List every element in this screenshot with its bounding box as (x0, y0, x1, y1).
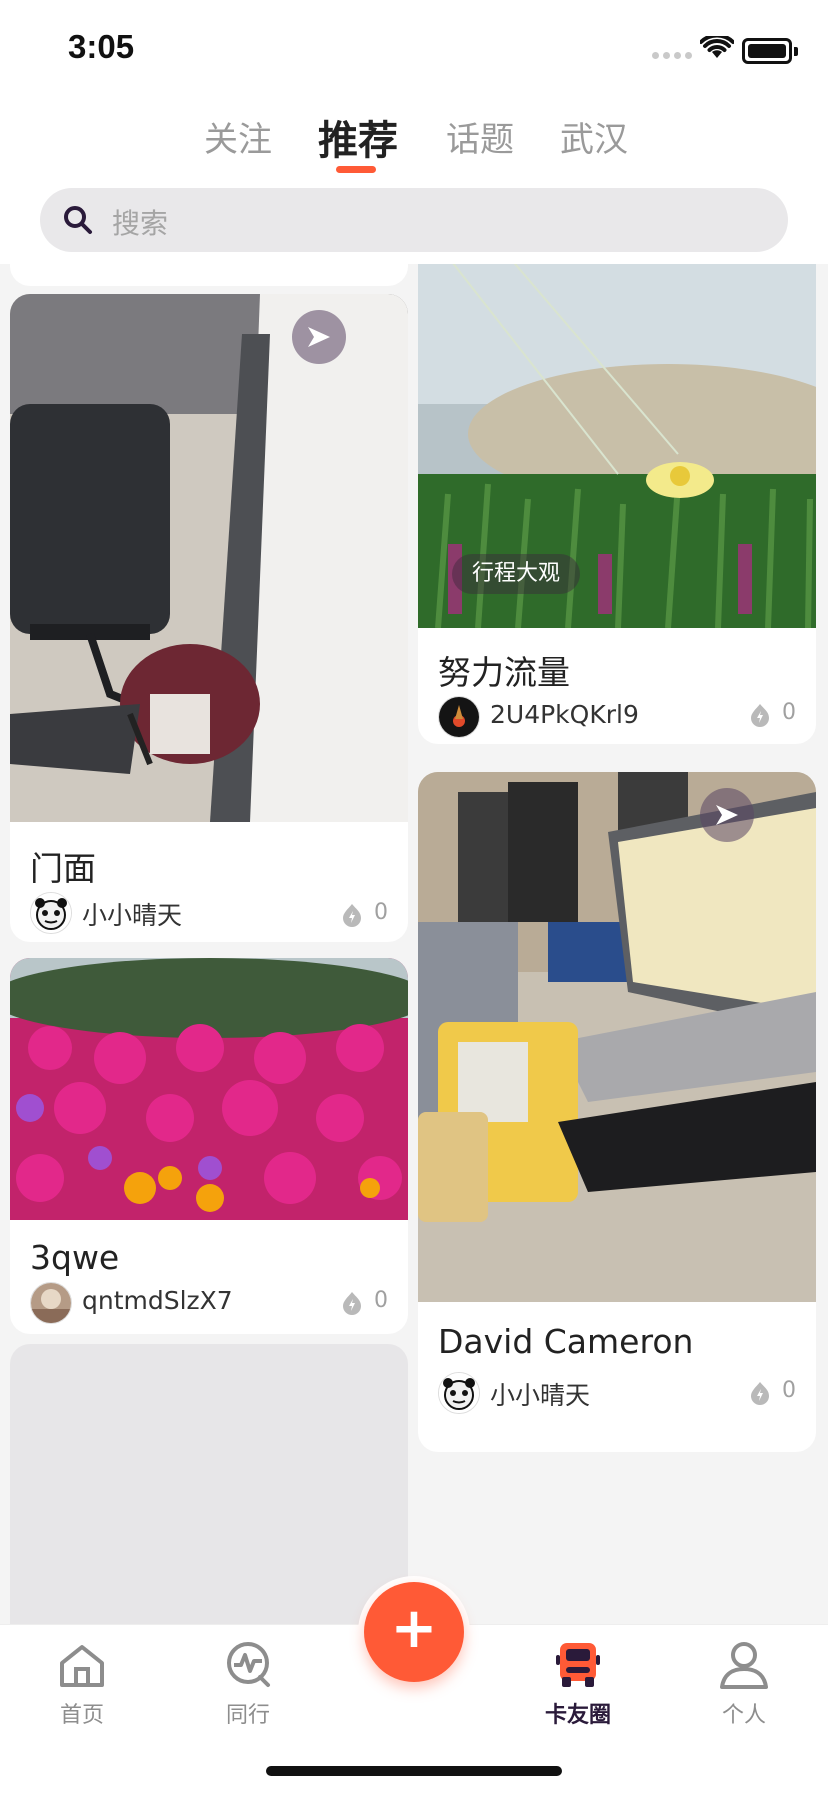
flame-icon (751, 1382, 769, 1405)
feed-card[interactable]: 门面 小小晴天 0 (10, 294, 408, 942)
nav-profile[interactable]: 个人 (684, 1639, 804, 1739)
video-badge (292, 310, 346, 364)
publish-button[interactable]: + (364, 1582, 464, 1682)
status-bar: 3:05 (0, 0, 828, 96)
top-header: 关注 推荐 话题 武汉 搜索 (0, 96, 828, 264)
author-name: 小小晴天 (82, 901, 183, 930)
feed-card[interactable]: 行程大观 努力流量 2U4PkQKrl9 0 (418, 264, 816, 744)
post-title: David Cameron (438, 1322, 694, 1361)
avatar (438, 1372, 480, 1414)
avatar (30, 1282, 72, 1324)
active-tab-indicator (336, 166, 376, 173)
search-bar[interactable]: 搜索 (40, 188, 788, 252)
avatar (30, 892, 72, 934)
feed-card[interactable]: David Cameron 小小晴天 0 (418, 772, 816, 1452)
activity-icon (227, 1642, 270, 1687)
like-count[interactable]: 0 (736, 1378, 796, 1408)
post-thumbnail[interactable] (10, 958, 408, 1220)
nav-trucker-circle[interactable]: 卡友圈 (518, 1639, 638, 1739)
post-title: 门面 (30, 849, 96, 888)
like-count[interactable]: 0 (736, 700, 796, 730)
avatar (438, 696, 480, 738)
play-icon (716, 805, 738, 825)
feed-card-placeholder[interactable] (10, 1344, 408, 1624)
truck-icon (556, 1643, 600, 1687)
home-indicator (266, 1766, 562, 1776)
office-chair-image (10, 294, 408, 822)
topic-tag[interactable]: 行程大观 (452, 554, 581, 594)
nav-peers[interactable]: 同行 (188, 1639, 308, 1739)
post-title: 努力流量 (438, 653, 570, 692)
post-author[interactable]: qntmdSlzX7 (30, 1282, 330, 1324)
post-thumbnail[interactable] (10, 294, 408, 822)
author-name: 2U4PkQKrl9 (490, 700, 639, 729)
post-author[interactable]: 小小晴天 (30, 892, 330, 934)
flame-icon (343, 1292, 361, 1315)
person-icon (720, 1642, 768, 1689)
battery-icon (742, 38, 798, 64)
feed-grid[interactable]: 门面 小小晴天 0 3qwe qntmdSlzX7 0 行程大观 努力流量 2U… (0, 264, 828, 1624)
search-icon (64, 206, 92, 234)
flowers-image (10, 958, 408, 1220)
like-count[interactable]: 0 (328, 1288, 388, 1318)
post-thumbnail[interactable] (418, 772, 816, 1302)
feed-card-partial[interactable] (10, 264, 408, 286)
play-icon (308, 327, 330, 347)
author-name: qntmdSlzX7 (82, 1286, 233, 1315)
tab-wuhan[interactable]: 武汉 (560, 112, 628, 161)
laptop-desk-image (418, 772, 816, 1302)
home-icon (60, 1645, 104, 1687)
like-count[interactable]: 0 (328, 900, 388, 930)
post-author[interactable]: 2U4PkQKrl9 (438, 696, 738, 738)
feed-card[interactable]: 3qwe qntmdSlzX7 0 (10, 958, 408, 1334)
search-placeholder: 搜索 (112, 207, 169, 240)
post-title: 3qwe (30, 1238, 120, 1277)
video-badge (700, 788, 754, 842)
tab-recommended[interactable]: 推荐 (318, 108, 398, 166)
tab-topics[interactable]: 话题 (446, 112, 514, 161)
flame-icon (343, 904, 361, 927)
tab-following[interactable]: 关注 (204, 112, 272, 161)
flame-icon (751, 704, 769, 727)
post-author[interactable]: 小小晴天 (438, 1372, 738, 1414)
wifi-icon (700, 36, 734, 58)
plus-icon: + (390, 1596, 438, 1661)
status-time: 3:05 (68, 28, 135, 65)
author-name: 小小晴天 (490, 1381, 591, 1410)
nav-home[interactable]: 首页 (22, 1639, 142, 1739)
